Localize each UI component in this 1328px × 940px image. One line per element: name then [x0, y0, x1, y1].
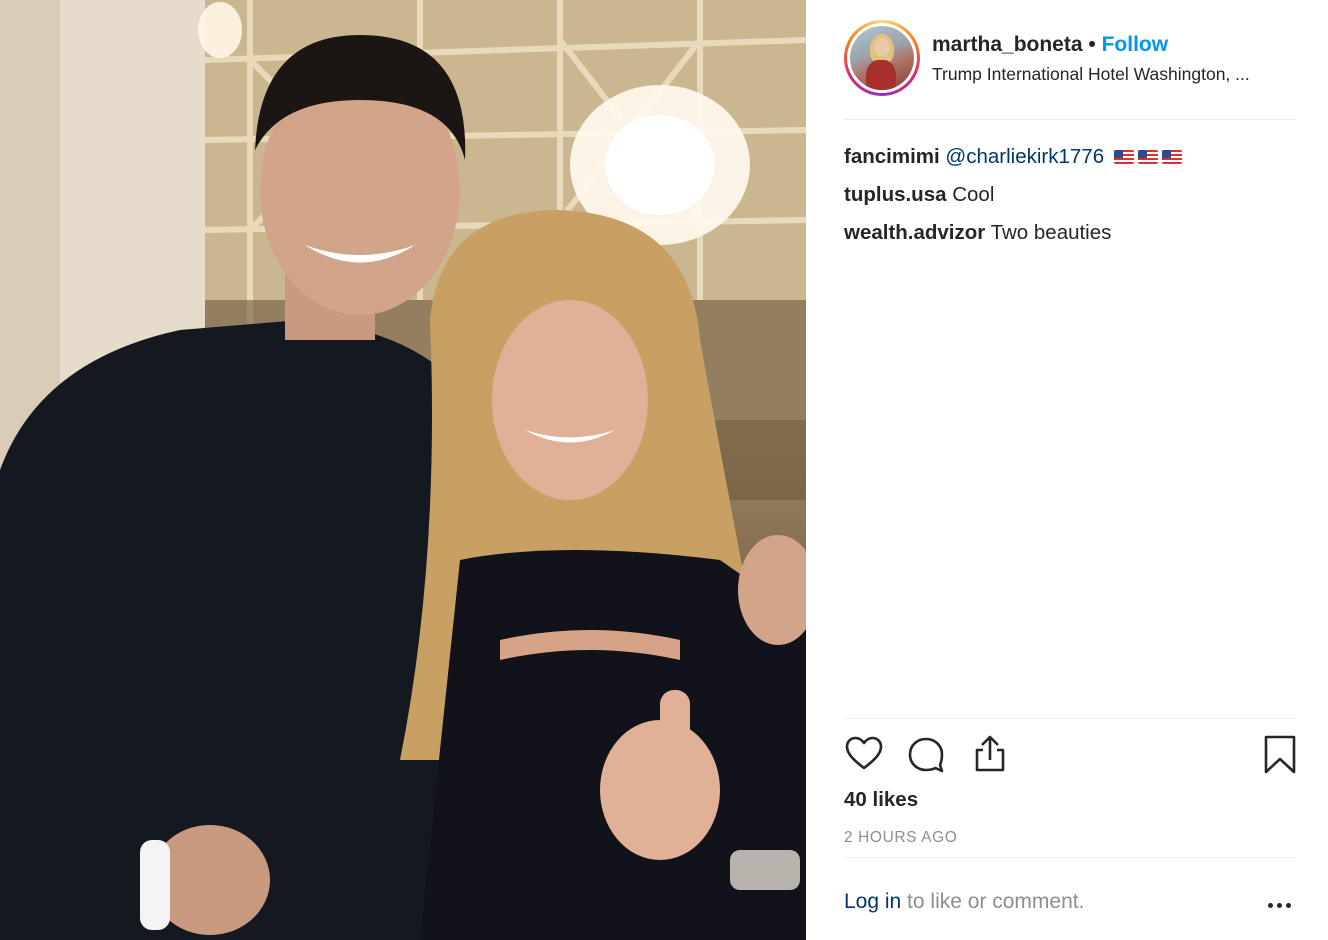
comment-mention[interactable]: @charliekirk1776 [945, 145, 1104, 168]
username-link[interactable]: martha_boneta [932, 33, 1083, 56]
comment-username[interactable]: wealth.advizor [844, 221, 985, 244]
share-button[interactable] [970, 734, 1010, 774]
comment-username[interactable]: tuplus.usa [844, 183, 947, 206]
us-flag-emoji [1137, 150, 1158, 164]
heart-icon [845, 736, 883, 770]
save-button[interactable] [1260, 734, 1300, 774]
avatar[interactable] [850, 26, 914, 90]
post-timestamp[interactable]: 2 HOURS AGO [844, 829, 957, 847]
comment-item: wealth.advizor Two beauties [844, 214, 1296, 252]
post-actions [844, 734, 1296, 776]
more-options-icon[interactable] [1266, 893, 1296, 917]
us-flag-emoji [1113, 150, 1134, 164]
login-prompt-text: to like or comment. [901, 890, 1085, 913]
follow-button[interactable]: Follow [1102, 33, 1169, 56]
photo-illustration [0, 0, 806, 940]
post-photo[interactable] [0, 0, 806, 940]
location-link[interactable]: Trump International Hotel Washington, ..… [932, 64, 1304, 85]
comment-username[interactable]: fancimimi [844, 145, 940, 168]
actions-divider [844, 718, 1296, 719]
username-row: martha_boneta • Follow [932, 33, 1168, 57]
likes-count[interactable]: 40 likes [844, 788, 918, 812]
comments-list: fancimimi @charliekirk1776 tuplus.usa Co… [844, 138, 1296, 252]
story-ring[interactable] [844, 20, 920, 96]
like-button[interactable] [844, 734, 884, 774]
post-header: martha_boneta • Follow Trump Internation… [844, 20, 1304, 96]
comment-text: Cool [952, 183, 995, 206]
comment-item: fancimimi @charliekirk1776 [844, 138, 1296, 176]
comment-item: tuplus.usa Cool [844, 176, 1296, 214]
header-divider [844, 119, 1296, 120]
separator-dot: • [1088, 33, 1096, 56]
comment-button[interactable] [906, 734, 946, 774]
login-prompt: Log in to like or comment. [844, 890, 1084, 914]
post-side-panel: martha_boneta • Follow Trump Internation… [806, 0, 1328, 940]
comment-text: Two beauties [990, 221, 1112, 244]
us-flag-emoji [1161, 150, 1182, 164]
bookmark-icon [1264, 735, 1296, 774]
share-icon [975, 735, 1005, 772]
login-link[interactable]: Log in [844, 890, 901, 913]
footer-divider [844, 857, 1296, 858]
comment-bubble-icon [908, 737, 944, 773]
instagram-post: martha_boneta • Follow Trump Internation… [0, 0, 1328, 940]
